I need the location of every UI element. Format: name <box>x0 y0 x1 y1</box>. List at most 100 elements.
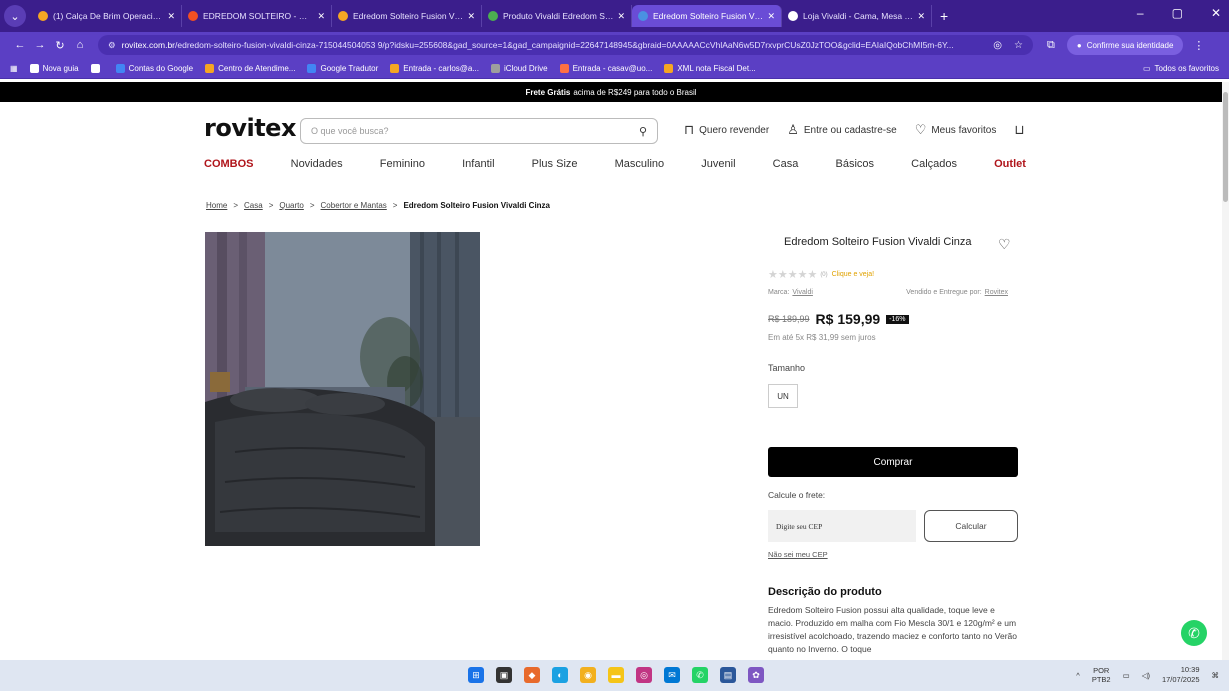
task-view-icon[interactable]: ▣ <box>496 667 512 683</box>
system-tray: ^ POR PTB2 ▭ ◁) 10:39 17/07/2025 ⌘ <box>1076 665 1219 685</box>
bookmark-item[interactable]: XML nota Fiscal Det... <box>664 63 756 73</box>
browser-tab[interactable]: EDREDOM SOLTEIRO - Google✕ <box>182 5 332 27</box>
brand-link[interactable]: Vivaldi <box>792 289 813 296</box>
language-indicator[interactable]: POR PTB2 <box>1092 666 1111 684</box>
tab-close-icon[interactable]: ✕ <box>617 11 625 22</box>
breadcrumb-link[interactable]: Casa <box>244 201 263 210</box>
copilot-icon[interactable]: ◆ <box>524 667 540 683</box>
nav-item[interactable]: Plus Size <box>532 158 578 170</box>
bookmark-favicon-icon <box>390 63 400 73</box>
nav-item[interactable]: Feminino <box>380 158 425 170</box>
tab-title: Loja Vivaldi - Cama, Mesa e Ba <box>803 11 914 21</box>
breadcrumb-link[interactable]: Home <box>206 201 227 210</box>
tab-title: Produto Vivaldi Edredom Solte <box>503 11 614 21</box>
site-logo[interactable]: rovitex <box>204 114 296 142</box>
cart-button[interactable]: ⊔ <box>1014 122 1024 138</box>
seller-link[interactable]: Rovitex <box>985 289 1008 296</box>
calculate-shipping-button[interactable]: Calcular <box>924 510 1018 542</box>
chrome-icon[interactable]: ◉ <box>580 667 596 683</box>
app-icon[interactable]: ✿ <box>748 667 764 683</box>
product-image[interactable] <box>205 232 480 546</box>
favorites-link[interactable]: ♡ Meus favoritos <box>915 122 997 138</box>
nav-item[interactable]: Juvenil <box>701 158 735 170</box>
page-scrollbar[interactable] <box>1222 82 1229 660</box>
rating-cta[interactable]: Clique e veja! <box>832 271 874 278</box>
favorite-heart-icon[interactable]: ♡ <box>998 236 1011 253</box>
bookmark-item[interactable]: Entrada - casav@uo... <box>559 63 653 73</box>
maximize-icon[interactable]: ▢ <box>1172 6 1183 20</box>
browser-tab[interactable]: Produto Vivaldi Edredom Solte ✕ <box>482 5 632 27</box>
eye-off-icon[interactable]: ◎ <box>993 40 1002 51</box>
buy-button[interactable]: Comprar <box>768 447 1018 477</box>
size-option-un[interactable]: UN <box>768 384 798 408</box>
tab-close-icon[interactable]: ✕ <box>917 11 925 22</box>
login-link[interactable]: ♙ Entre ou cadastre-se <box>787 122 896 138</box>
nav-item[interactable]: Outlet <box>994 158 1026 170</box>
nav-item[interactable]: Novidades <box>291 158 343 170</box>
scrollbar-thumb[interactable] <box>1223 92 1228 202</box>
breadcrumb-link[interactable]: Cobertor e Mantas <box>321 201 387 210</box>
all-bookmarks-button[interactable]: ▭ Todos os favoritos <box>1143 64 1219 73</box>
all-bookmarks-label: Todos os favoritos <box>1154 63 1219 73</box>
tab-strip: ⌄ (1) Calça De Brim Operacional | ✕ EDREDO… <box>0 0 1229 32</box>
chevron-up-icon[interactable]: ^ <box>1076 671 1080 680</box>
search-icon[interactable]: ⚲ <box>639 125 647 138</box>
tab-search-button[interactable]: ⌄ <box>4 5 26 27</box>
clock[interactable]: 10:39 17/07/2025 <box>1162 665 1200 685</box>
bookmark-label: Entrada - casav@uo... <box>572 63 653 73</box>
whatsapp-icon[interactable]: ✆ <box>1181 620 1207 646</box>
home-icon[interactable]: ⌂ <box>70 39 90 51</box>
close-icon[interactable]: ✕ <box>1211 6 1221 20</box>
rating-stars[interactable]: ★★★★★ (0) Clique e veja! <box>768 268 874 281</box>
forward-icon[interactable]: → <box>30 39 50 51</box>
network-icon[interactable]: ▭ <box>1123 671 1130 680</box>
instagram-icon[interactable]: ◎ <box>636 667 652 683</box>
tab-close-icon[interactable]: ✕ <box>317 11 325 22</box>
nav-item[interactable]: Masculino <box>615 158 665 170</box>
outlook-icon[interactable]: ✉ <box>664 667 680 683</box>
browser-tab[interactable]: (1) Calça De Brim Operacional | ✕ <box>32 5 182 27</box>
bookmark-item[interactable] <box>90 63 104 73</box>
notifications-icon[interactable]: ⌘ <box>1212 671 1220 680</box>
bookmark-item[interactable]: Nova guia <box>29 63 79 73</box>
extensions-icon[interactable]: ⧉ <box>1047 39 1055 52</box>
bookmark-item[interactable]: Entrada - carlos@a... <box>390 63 479 73</box>
unknown-cep-link[interactable]: Não sei meu CEP <box>768 550 828 559</box>
browser-tab[interactable]: Loja Vivaldi - Cama, Mesa e Ba ✕ <box>782 5 932 27</box>
nav-item[interactable]: Infantil <box>462 158 494 170</box>
bookmark-item[interactable]: iCloud Drive <box>491 63 548 73</box>
bookmark-item[interactable]: Centro de Atendime... <box>205 63 295 73</box>
store-icon[interactable]: ▤ <box>720 667 736 683</box>
file-explorer-icon[interactable]: ▬ <box>608 667 624 683</box>
nav-item[interactable]: Casa <box>773 158 799 170</box>
apps-grid-icon[interactable]: ▦ <box>10 64 18 73</box>
new-tab-button[interactable]: + <box>940 8 948 24</box>
browser-tab[interactable]: Edredom Solteiro Fusion Vivaldi ✕ <box>332 5 482 27</box>
nav-item[interactable]: Calçados <box>911 158 957 170</box>
minimize-icon[interactable]: – <box>1137 6 1144 20</box>
tab-close-icon[interactable]: ✕ <box>167 11 175 22</box>
bookmark-star-icon[interactable]: ☆ <box>1014 40 1023 51</box>
bookmark-item[interactable]: Contas do Google <box>115 63 193 73</box>
cep-input[interactable]: Digite seu CEP <box>768 510 916 542</box>
windows-start-icon[interactable]: ⊞ <box>468 667 484 683</box>
bag-icon: ⊓ <box>684 122 695 137</box>
whatsapp-app-icon[interactable]: ✆ <box>692 667 708 683</box>
bookmark-item[interactable]: Google Tradutor <box>307 63 378 73</box>
edge-icon[interactable]: ◐ <box>552 667 568 683</box>
back-icon[interactable]: ← <box>10 39 30 51</box>
reload-icon[interactable]: ↻ <box>50 39 70 52</box>
resell-link[interactable]: ⊓ Quero revender <box>684 122 769 138</box>
tab-close-icon[interactable]: ✕ <box>767 11 775 22</box>
nav-item[interactable]: Básicos <box>835 158 874 170</box>
browser-tab[interactable]: Edredom Solteiro Fusion Vivaldi ✕ <box>632 5 782 27</box>
address-bar[interactable]: ⚙ rovitex.com.br/edredom-solteiro-fusion… <box>98 35 1033 55</box>
tab-close-icon[interactable]: ✕ <box>467 11 475 22</box>
nav-item[interactable]: COMBOS <box>204 158 254 170</box>
identity-button[interactable]: ● Confirme sua identidade <box>1066 35 1184 55</box>
volume-icon[interactable]: ◁) <box>1142 671 1150 680</box>
breadcrumb-link[interactable]: Quarto <box>279 201 303 210</box>
search-input[interactable]: O que você busca? ⚲ <box>300 118 658 144</box>
site-info-icon[interactable]: ⚙ <box>108 40 116 51</box>
menu-icon[interactable]: ⋮ <box>1193 39 1204 52</box>
